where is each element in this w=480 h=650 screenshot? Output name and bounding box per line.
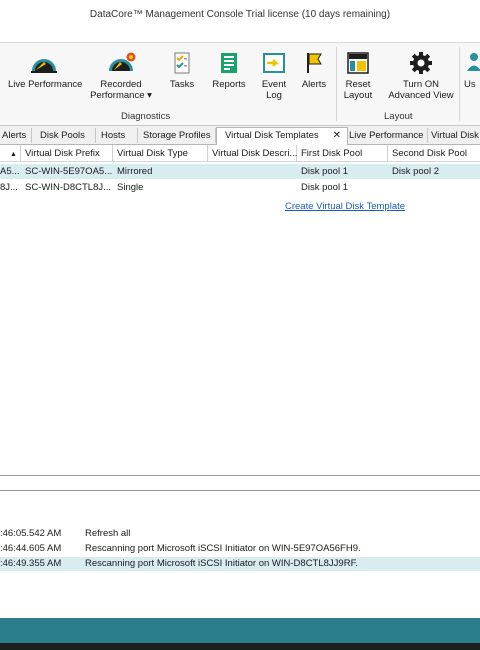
gauge-record-icon xyxy=(109,52,136,71)
virtual-disk-templates-grid: ▲ Virtual Disk Prefix Virtual Disk Type … xyxy=(0,145,480,476)
group-separator xyxy=(459,47,460,121)
tab-label: Hosts xyxy=(101,130,126,141)
status-bar xyxy=(0,618,480,643)
cell-prefix: SC-WIN-D8CTL8J... xyxy=(25,182,112,193)
tab-live-performance[interactable]: Live Performance xyxy=(343,128,428,143)
column-header-type[interactable]: Virtual Disk Type xyxy=(113,145,208,162)
table-row[interactable]: A5... SC-WIN-5E97OA5... Mirrored Disk po… xyxy=(0,164,480,179)
log-message: Refresh all xyxy=(85,528,131,539)
cell-first-pool: Disk pool 1 xyxy=(301,166,348,177)
tab-virtual-disk[interactable]: Virtual Disk xyxy=(425,128,480,143)
close-tab-icon[interactable]: ✕ xyxy=(333,128,341,143)
cell-first-pool: Disk pool 1 xyxy=(301,182,348,193)
ribbon-toolbar: Live Performance Recorded Performance ▾ … xyxy=(0,42,480,126)
log-entry[interactable]: :46:44.605 AM Rescanning port Microsoft … xyxy=(0,542,480,556)
advanced-view-label: Turn ON Advanced View xyxy=(388,79,454,101)
cell-description xyxy=(212,164,297,179)
column-header-prefix[interactable]: Virtual Disk Prefix xyxy=(21,145,113,162)
gauge-icon xyxy=(31,59,57,73)
tasks-button[interactable]: Tasks xyxy=(164,51,200,90)
cell-description xyxy=(212,180,297,195)
log-entry[interactable]: :46:49.355 AM Rescanning port Microsoft … xyxy=(0,557,480,571)
recorded-performance-button[interactable]: Recorded Performance ▾ xyxy=(86,51,156,101)
log-time: :46:05.542 AM xyxy=(0,528,62,539)
column-header-name[interactable]: ▲ xyxy=(0,145,21,162)
tab-virtual-disk-templates[interactable]: Virtual Disk Templates ✕ xyxy=(216,127,348,146)
column-header-first-pool[interactable]: First Disk Pool xyxy=(297,145,388,162)
tab-hosts[interactable]: Hosts xyxy=(95,128,138,143)
users-icon xyxy=(467,53,480,71)
tab-alerts[interactable]: Alerts xyxy=(0,128,32,143)
tab-strip: Alerts Disk Pools Hosts Storage Profiles… xyxy=(0,126,480,146)
diagnostics-group-label: Diagnostics xyxy=(121,111,171,122)
window-title: DataCore™ Management Console Trial licen… xyxy=(89,9,391,20)
gear-icon xyxy=(410,52,432,74)
log-time: :46:44.605 AM xyxy=(0,543,62,554)
log-time: :46:49.355 AM xyxy=(0,558,62,569)
cell-prefix: SC-WIN-5E97OA5... xyxy=(25,166,113,177)
tasks-label: Tasks xyxy=(169,79,195,90)
users-label: Us xyxy=(464,79,476,90)
create-virtual-disk-template-link[interactable]: Create Virtual Disk Template xyxy=(285,201,405,212)
recorded-performance-label: Recorded Performance ▾ xyxy=(90,79,152,101)
reports-button[interactable]: Reports xyxy=(208,51,250,90)
reset-layout-button[interactable]: Reset Layout xyxy=(340,51,376,101)
event-log-icon xyxy=(263,53,285,73)
cell-name: 8J... xyxy=(0,182,18,193)
reports-label: Reports xyxy=(212,79,246,90)
log-message: Rescanning port Microsoft iSCSI Initiato… xyxy=(85,543,361,554)
log-message: Rescanning port Microsoft iSCSI Initiato… xyxy=(85,558,358,569)
cell-second-pool: Disk pool 2 xyxy=(392,166,439,177)
tab-storage-profiles[interactable]: Storage Profiles xyxy=(137,128,216,143)
tab-label: Virtual Disk xyxy=(431,130,479,141)
users-button[interactable]: Us xyxy=(464,51,480,90)
cell-second-pool xyxy=(392,180,478,195)
event-log-button[interactable]: Event Log xyxy=(256,51,292,101)
layout-icon xyxy=(347,52,369,74)
alerts-label: Alerts xyxy=(301,79,327,90)
tab-label: Live Performance xyxy=(349,130,424,141)
advanced-view-button[interactable]: Turn ON Advanced View xyxy=(386,51,456,101)
tab-label: Disk Pools xyxy=(40,130,85,141)
group-separator xyxy=(336,47,337,121)
tab-label: Alerts xyxy=(2,130,27,141)
cell-type: Mirrored xyxy=(117,166,153,177)
sort-ascending-icon: ▲ xyxy=(10,151,17,158)
tab-label: Virtual Disk Templates xyxy=(225,130,319,141)
live-performance-label: Live Performance xyxy=(8,79,83,90)
alerts-button[interactable]: Alerts xyxy=(298,51,330,90)
taskbar-strip xyxy=(0,643,480,650)
report-icon xyxy=(221,53,237,73)
table-row[interactable]: 8J... SC-WIN-D8CTL8J... Single Disk pool… xyxy=(0,180,480,195)
log-panel: :46:05.542 AM Refresh all :46:44.605 AM … xyxy=(0,490,480,619)
tasks-checklist-icon xyxy=(174,52,190,74)
title-bar: DataCore™ Management Console Trial licen… xyxy=(0,0,480,30)
event-log-label: Event Log xyxy=(261,79,287,101)
column-header-description[interactable]: Virtual Disk Descri... xyxy=(208,145,297,162)
flag-icon xyxy=(307,53,322,73)
layout-group-label: Layout xyxy=(384,111,413,122)
column-header-second-pool[interactable]: Second Disk Pool xyxy=(388,145,480,162)
cell-type: Single xyxy=(117,182,144,193)
reset-layout-label: Reset Layout xyxy=(343,79,373,101)
log-entry[interactable]: :46:05.542 AM Refresh all xyxy=(0,527,480,541)
tab-label: Storage Profiles xyxy=(143,130,211,141)
cell-name: A5... xyxy=(0,166,20,177)
tab-disk-pools[interactable]: Disk Pools xyxy=(34,128,96,143)
live-performance-button[interactable]: Live Performance xyxy=(8,51,83,90)
